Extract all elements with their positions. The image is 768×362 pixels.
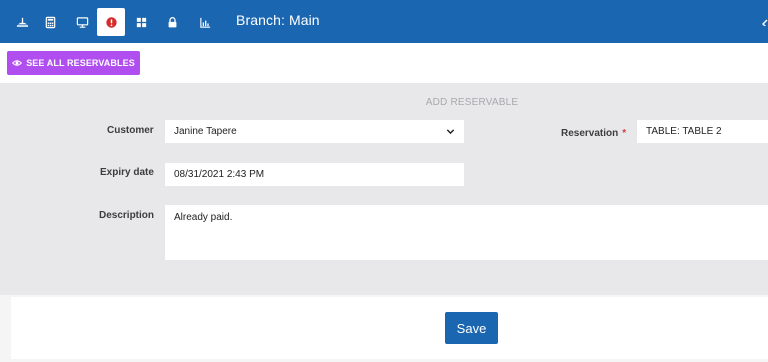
form-title: ADD RESERVABLE <box>425 97 519 108</box>
alert-icon[interactable] <box>97 8 125 36</box>
description-value: Already paid. <box>174 212 233 223</box>
eye-icon <box>12 60 23 66</box>
customer-label: Customer <box>107 125 154 136</box>
expiry-date-label: Expiry date <box>100 167 154 178</box>
form-footer: Save <box>11 297 768 359</box>
description-textarea[interactable]: Already paid. <box>165 205 768 260</box>
reservation-label-text: Reservation <box>561 128 619 139</box>
expiry-date-value: 08/31/2021 2:43 PM <box>174 169 265 180</box>
customer-value: Janine Tapere <box>174 126 237 137</box>
customer-select[interactable]: Janine Tapere <box>165 120 464 143</box>
chevron-left-icon[interactable] <box>762 16 768 26</box>
save-button[interactable]: Save <box>445 312 498 344</box>
lock-icon[interactable] <box>158 8 186 36</box>
description-label: Description <box>99 210 155 221</box>
add-reservable-form: ADD RESERVABLE Customer Janine Tapere Re… <box>0 83 768 295</box>
top-navigation-bar: Branch: Main <box>0 0 768 43</box>
required-mark: * <box>622 128 627 139</box>
reservation-label: Reservation * <box>561 128 626 139</box>
reservation-field[interactable]: TABLE: TABLE 2 <box>637 120 768 143</box>
see-all-label: SEE ALL RESERVABLES <box>26 58 135 68</box>
dish-icon[interactable] <box>8 8 36 36</box>
grid-icon[interactable] <box>127 8 155 36</box>
chart-icon[interactable] <box>191 8 219 36</box>
branch-label: Branch: Main <box>236 12 320 28</box>
expiry-date-field[interactable]: 08/31/2021 2:43 PM <box>165 163 464 186</box>
action-band: SEE ALL RESERVABLES <box>0 43 768 83</box>
chevron-down-icon <box>446 129 455 135</box>
see-all-reservables-button[interactable]: SEE ALL RESERVABLES <box>7 51 140 75</box>
monitor-icon[interactable] <box>68 8 96 36</box>
calculator-icon[interactable] <box>36 8 64 36</box>
reservation-value: TABLE: TABLE 2 <box>646 126 722 137</box>
